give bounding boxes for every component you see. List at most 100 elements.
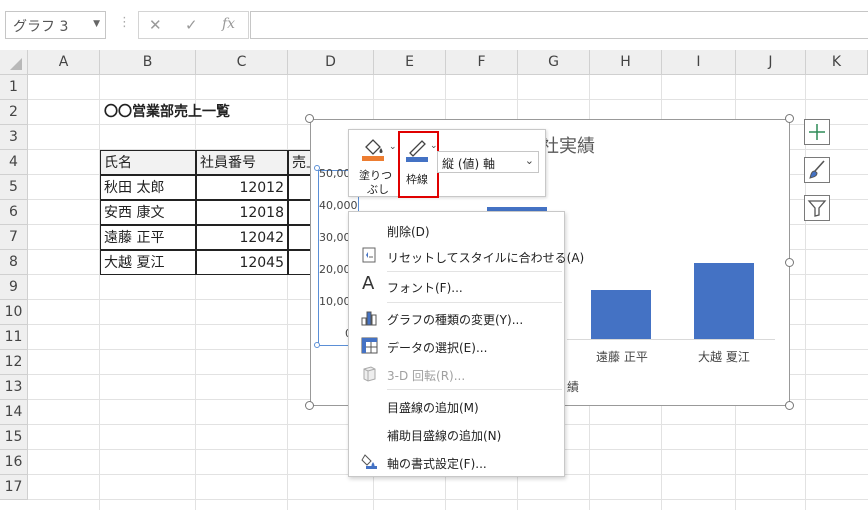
menu-item-add-gridlines[interactable]: 目盛線の追加(M) bbox=[349, 393, 566, 419]
name-box[interactable]: グラフ 3 ▼ bbox=[5, 11, 106, 39]
table-header-cell[interactable]: 社員番号 bbox=[196, 150, 288, 175]
axis-handle-bottom[interactable] bbox=[314, 342, 320, 348]
column-header[interactable]: K bbox=[806, 50, 868, 75]
table-cell-name[interactable]: 安西 康文 bbox=[100, 200, 196, 225]
row-header[interactable]: 6 bbox=[0, 200, 28, 225]
column-header[interactable]: I bbox=[662, 50, 736, 75]
table-cell-name[interactable]: 大越 夏江 bbox=[100, 250, 196, 275]
row-header[interactable]: 5 bbox=[0, 175, 28, 200]
menu-item-label: フォント(F)... bbox=[387, 281, 463, 295]
chart-elements-button[interactable] bbox=[804, 119, 830, 145]
table-cell-sales[interactable] bbox=[288, 175, 310, 200]
axis-title[interactable]: 績 bbox=[567, 378, 579, 395]
resize-handle-top-left[interactable] bbox=[305, 114, 314, 123]
reset-style-icon bbox=[362, 247, 376, 263]
menu-item-label: データの選択(E)... bbox=[387, 341, 488, 355]
funnel-icon bbox=[807, 200, 827, 217]
formula-input[interactable] bbox=[250, 11, 868, 39]
outline-button[interactable]: ⌄ 枠線 bbox=[398, 131, 439, 198]
column-header[interactable]: H bbox=[590, 50, 662, 75]
chart-element-value: 縦 (値) 軸 bbox=[442, 157, 495, 171]
menu-item-label: 軸の書式設定(F)... bbox=[387, 457, 487, 471]
row-header[interactable]: 17 bbox=[0, 475, 28, 500]
menu-item-font[interactable]: A フォント(F)... bbox=[349, 273, 566, 299]
column-gridline bbox=[287, 75, 288, 510]
resize-handle-top-right[interactable] bbox=[785, 114, 794, 123]
sheet-title[interactable]: 〇〇営業部売上一覧 bbox=[104, 100, 230, 124]
table-cell-id[interactable]: 12042 bbox=[196, 225, 288, 250]
select-data-icon bbox=[361, 337, 378, 354]
table-cell-name[interactable]: 遠藤 正平 bbox=[100, 225, 196, 250]
menu-item-label: グラフの種類の変更(Y)... bbox=[387, 313, 524, 327]
row-header[interactable]: 16 bbox=[0, 450, 28, 475]
chevron-down-icon[interactable]: ⌄ bbox=[389, 142, 397, 152]
menu-item-reset-style[interactable]: リセットしてスタイルに合わせる(A) bbox=[349, 243, 584, 269]
menu-item-label: 3-D 回転(R)... bbox=[387, 369, 466, 383]
table-cell-id[interactable]: 12018 bbox=[196, 200, 288, 225]
table-cell-name[interactable]: 秋田 太郎 bbox=[100, 175, 196, 200]
row-header[interactable]: 11 bbox=[0, 325, 28, 350]
table-header-cell[interactable]: 売上 bbox=[288, 150, 310, 175]
chart-filters-button[interactable] bbox=[804, 195, 830, 221]
pen-icon bbox=[406, 140, 428, 162]
row-header[interactable]: 13 bbox=[0, 375, 28, 400]
menu-item-label: リセットしてスタイルに合わせる(A) bbox=[387, 251, 585, 265]
more-options-icon[interactable]: ⋮ bbox=[118, 15, 131, 30]
row-header[interactable]: 1 bbox=[0, 75, 28, 100]
row-header[interactable]: 12 bbox=[0, 350, 28, 375]
paint-bucket-icon bbox=[362, 139, 384, 161]
chevron-down-icon[interactable]: ▼ bbox=[93, 19, 100, 29]
chart-bar[interactable] bbox=[694, 263, 754, 339]
insert-function-icon[interactable]: fx bbox=[222, 16, 235, 32]
enter-icon[interactable]: ✓ bbox=[185, 16, 198, 34]
column-header[interactable]: D bbox=[288, 50, 374, 75]
column-header[interactable]: A bbox=[28, 50, 100, 75]
column-header[interactable]: F bbox=[446, 50, 518, 75]
table-header-cell[interactable]: 氏名 bbox=[100, 150, 196, 175]
plot-baseline bbox=[567, 339, 775, 340]
resize-handle-bottom-right[interactable] bbox=[785, 401, 794, 410]
menu-item-add-minor-gridlines[interactable]: 補助目盛線の追加(N) bbox=[349, 421, 566, 447]
row-header[interactable]: 14 bbox=[0, 400, 28, 425]
chart-title[interactable]: 社実績 bbox=[541, 132, 595, 158]
menu-item-select-data[interactable]: データの選択(E)... bbox=[349, 333, 566, 359]
context-menu: 削除(D) リセットしてスタイルに合わせる(A) A フォント(F)... グラ… bbox=[348, 211, 584, 477]
row-header[interactable]: 3 bbox=[0, 125, 28, 150]
table-cell-id[interactable]: 12045 bbox=[196, 250, 288, 275]
outline-label: 枠線 bbox=[406, 173, 428, 186]
menu-item-format-axis[interactable]: 軸の書式設定(F)... bbox=[349, 449, 566, 475]
row-header[interactable]: 4 bbox=[0, 150, 28, 175]
column-header[interactable]: C bbox=[196, 50, 288, 75]
chart-bar[interactable] bbox=[591, 289, 651, 339]
table-cell-sales[interactable] bbox=[288, 250, 310, 275]
select-all-corner[interactable] bbox=[0, 50, 28, 75]
row-header[interactable]: 9 bbox=[0, 275, 28, 300]
row-header[interactable]: 8 bbox=[0, 250, 28, 275]
resize-handle-bottom-left[interactable] bbox=[305, 401, 314, 410]
resize-handle-right[interactable] bbox=[785, 258, 794, 267]
row-header[interactable]: 7 bbox=[0, 225, 28, 250]
menu-item-change-chart-type[interactable]: グラフの種類の変更(Y)... bbox=[349, 305, 566, 331]
chevron-down-icon[interactable]: ⌄ bbox=[430, 141, 438, 151]
table-cell-sales[interactable] bbox=[288, 225, 310, 250]
column-header[interactable]: B bbox=[100, 50, 196, 75]
column-gridline bbox=[99, 75, 100, 510]
column-header[interactable]: J bbox=[736, 50, 806, 75]
cancel-icon[interactable]: ✕ bbox=[149, 16, 162, 34]
table-cell-id[interactable]: 12012 bbox=[196, 175, 288, 200]
menu-item-delete[interactable]: 削除(D) bbox=[349, 217, 566, 243]
plus-icon bbox=[809, 124, 825, 140]
menu-separator bbox=[387, 389, 562, 390]
chart-styles-button[interactable] bbox=[804, 157, 830, 183]
menu-item-3d-rotation: 3-D 回転(R)... bbox=[349, 361, 566, 387]
fill-button[interactable]: ⌄ 塗りつ ぶし bbox=[355, 134, 397, 196]
row-header[interactable]: 10 bbox=[0, 300, 28, 325]
rotate-3d-icon bbox=[363, 366, 376, 382]
column-header[interactable]: E bbox=[374, 50, 446, 75]
table-cell-sales[interactable] bbox=[288, 200, 310, 225]
chart-element-select[interactable]: 縦 (値) 軸 ⌄ bbox=[437, 151, 539, 173]
row-header[interactable]: 2 bbox=[0, 100, 28, 125]
column-header[interactable]: G bbox=[518, 50, 590, 75]
row-header[interactable]: 15 bbox=[0, 425, 28, 450]
chevron-down-icon[interactable]: ⌄ bbox=[525, 154, 534, 167]
